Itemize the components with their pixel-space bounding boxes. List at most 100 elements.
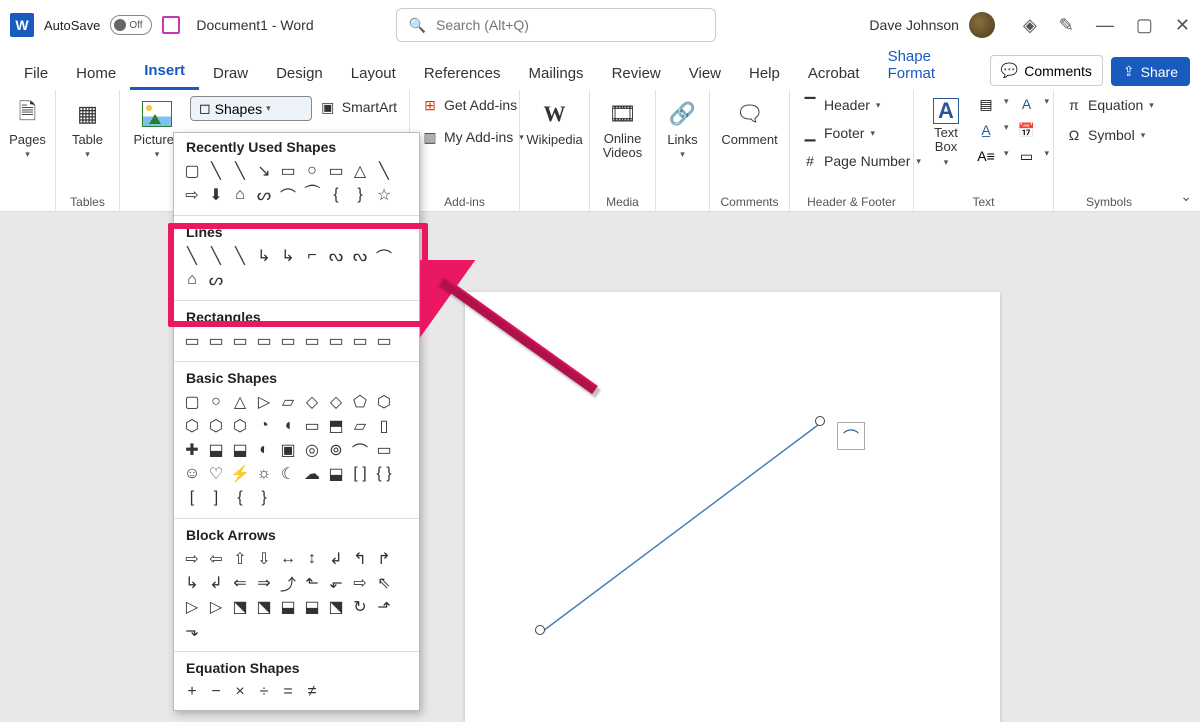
shape-recent-item[interactable]: ☆ [374, 185, 394, 205]
table-button[interactable]: ▦ Table ▾ [68, 96, 108, 162]
shape-basic-item[interactable]: ◔ [254, 416, 274, 436]
user-account[interactable]: Dave Johnson [869, 12, 995, 38]
shape-arrow-item[interactable]: ⇦ [206, 549, 226, 569]
my-addins-button[interactable]: ▥ My Add-ins ▾ [420, 128, 526, 146]
document-page[interactable]: ⌒ [465, 292, 1000, 722]
tab-design[interactable]: Design [262, 57, 337, 90]
shape-arrow-item[interactable]: ⬐ [326, 573, 346, 593]
online-videos-button[interactable]: 🎞 Online Videos [599, 96, 647, 163]
shape-basic-item[interactable]: ⌒ [350, 440, 370, 460]
comment-button[interactable]: 🗨 Comment [717, 96, 781, 149]
shape-basic-item[interactable]: ⬡ [374, 392, 394, 412]
smartart-button[interactable]: ▣ SmartArt [318, 98, 399, 116]
shape-basic-item[interactable]: ☺ [182, 464, 202, 484]
shape-recent-item[interactable]: ○ [302, 161, 322, 181]
shape-basic-item[interactable]: ▱ [350, 416, 370, 436]
shape-basic-item[interactable]: } [254, 488, 274, 508]
shape-basic-item[interactable]: △ [230, 392, 250, 412]
quickparts-icon[interactable]: ▤ [978, 96, 994, 112]
shape-arrow-item[interactable]: ↻ [350, 597, 370, 617]
line-handle-end[interactable] [815, 416, 825, 426]
shape-recent-item[interactable]: ╲ [206, 161, 226, 181]
shape-arrow-item[interactable]: ⬎ [182, 621, 202, 641]
shape-line-item[interactable]: ╲ [206, 246, 226, 266]
shape-arrow-item[interactable]: ▷ [206, 597, 226, 617]
shape-recent-item[interactable]: ↘ [254, 161, 274, 181]
shape-basic-item[interactable]: ⬓ [206, 440, 226, 460]
shape-recent-item[interactable]: { [326, 185, 346, 205]
tab-references[interactable]: References [410, 57, 515, 90]
equation-button[interactable]: πEquation▾ [1064, 96, 1156, 114]
shape-eq-item[interactable]: ≠ [302, 682, 322, 702]
shape-rect-item[interactable]: ▭ [350, 331, 370, 351]
shape-arrow-item[interactable]: ▷ [182, 597, 202, 617]
shape-recent-item[interactable]: ⏜ [302, 185, 322, 205]
line-shape[interactable] [535, 414, 830, 639]
tab-help[interactable]: Help [735, 57, 794, 90]
shape-arrow-item[interactable]: ⇐ [230, 573, 250, 593]
shape-recent-item[interactable]: ⌒ [278, 185, 298, 205]
shape-line-item[interactable]: ⌒ [374, 246, 394, 266]
shape-recent-item[interactable]: ▭ [278, 161, 298, 181]
shape-basic-item[interactable]: ◎ [302, 440, 322, 460]
shape-line-item[interactable]: ╲ [182, 246, 202, 266]
shape-basic-item[interactable]: ⬒ [326, 416, 346, 436]
wordart-icon[interactable]: A [1019, 96, 1035, 112]
shape-basic-item[interactable]: ⬓ [230, 440, 250, 460]
shape-basic-item[interactable]: ✚ [182, 440, 202, 460]
share-button[interactable]: ⇪ Share [1111, 57, 1190, 86]
shape-line-item[interactable]: ↳ [254, 246, 274, 266]
dropcap-icon[interactable]: A̲ [978, 122, 994, 138]
layout-options-button[interactable]: ⌒ [837, 422, 865, 450]
pen-icon[interactable]: ✎ [1059, 15, 1074, 36]
shape-basic-item[interactable]: ◇ [326, 392, 346, 412]
shape-recent-item[interactable]: } [350, 185, 370, 205]
shape-basic-item[interactable]: ▯ [374, 416, 394, 436]
shape-rect-item[interactable]: ▭ [278, 331, 298, 351]
save-icon[interactable] [162, 16, 180, 34]
shape-rect-item[interactable]: ▭ [302, 331, 322, 351]
shape-arrow-item[interactable]: ⇒ [254, 573, 274, 593]
shape-basic-item[interactable]: ▭ [374, 440, 394, 460]
footer-button[interactable]: ▁Footer▾ [800, 124, 923, 142]
shape-basic-item[interactable]: ▣ [278, 440, 298, 460]
shape-basic-item[interactable]: ☾ [278, 464, 298, 484]
page-number-button[interactable]: #Page Number▾ [800, 152, 923, 170]
autosave-toggle[interactable]: Off [110, 15, 152, 35]
shape-line-item[interactable]: ᔕ [206, 270, 226, 290]
shape-recent-item[interactable]: ╲ [230, 161, 250, 181]
shape-arrow-item[interactable]: ⬔ [230, 597, 250, 617]
header-button[interactable]: ▔Header▾ [800, 96, 923, 114]
shape-line-item[interactable]: ⌂ [182, 270, 202, 290]
shape-basic-item[interactable]: ▢ [182, 392, 202, 412]
shape-arrow-item[interactable]: ⇨ [350, 573, 370, 593]
shape-basic-item[interactable]: ♡ [206, 464, 226, 484]
shape-basic-item[interactable]: ] [206, 488, 226, 508]
shape-basic-item[interactable]: ◐ [254, 440, 274, 460]
shape-recent-item[interactable]: ╲ [374, 161, 394, 181]
shape-arrow-item[interactable]: ⬔ [254, 597, 274, 617]
maximize-button[interactable]: ▢ [1136, 15, 1153, 36]
shape-rect-item[interactable]: ▭ [206, 331, 226, 351]
shape-basic-item[interactable]: { [230, 488, 250, 508]
shape-recent-item[interactable]: △ [350, 161, 370, 181]
shape-rect-item[interactable]: ▭ [182, 331, 202, 351]
comments-button[interactable]: 💬 Comments [990, 55, 1103, 86]
shape-arrow-item[interactable]: ↲ [206, 573, 226, 593]
shape-basic-item[interactable]: ⬓ [326, 464, 346, 484]
shape-recent-item[interactable]: ▭ [326, 161, 346, 181]
shape-arrow-item[interactable]: ↱ [374, 549, 394, 569]
pages-button[interactable]: 🗎 Pages ▾ [5, 96, 50, 162]
shape-line-item[interactable]: ⌐ [302, 246, 322, 266]
shape-line-item[interactable]: ᔓ [350, 246, 370, 266]
shape-eq-item[interactable]: × [230, 682, 250, 702]
shape-recent-item[interactable]: ▢ [182, 161, 202, 181]
get-addins-button[interactable]: ⊞ Get Add-ins [420, 96, 526, 114]
line-handle-start[interactable] [535, 625, 545, 635]
text-box-button[interactable]: A Text Box▾ [924, 96, 968, 170]
shape-arrow-item[interactable]: ↰ [350, 549, 370, 569]
tab-shape-format[interactable]: Shape Format [874, 40, 990, 90]
shape-arrow-item[interactable]: ⬓ [302, 597, 322, 617]
shape-eq-item[interactable]: − [206, 682, 226, 702]
shape-eq-item[interactable]: ÷ [254, 682, 274, 702]
